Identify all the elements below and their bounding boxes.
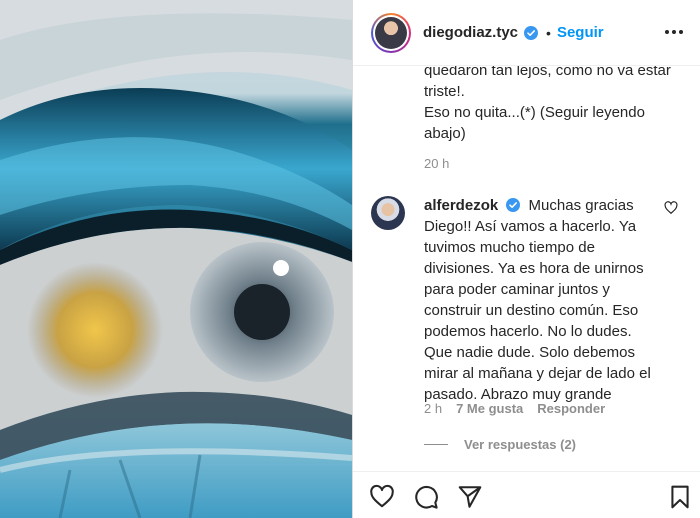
avatar-image bbox=[375, 16, 407, 49]
avatar[interactable] bbox=[371, 12, 411, 53]
save-icon[interactable] bbox=[667, 484, 693, 510]
view-replies-label: Ver respuestas (2) bbox=[464, 437, 577, 452]
comments-list[interactable]: quedaron tan lejos, como no va estar tri… bbox=[353, 66, 700, 466]
heart-icon[interactable] bbox=[369, 484, 395, 510]
caption-line: triste!. bbox=[424, 83, 465, 100]
view-replies-button[interactable]: Ver respuestas (2) bbox=[424, 437, 576, 452]
comment-likes[interactable]: 7 Me gusta bbox=[456, 401, 523, 416]
post-sidebar: diegodiaz.tyc • Seguir quedaron tan lejo… bbox=[353, 0, 700, 518]
comment-username[interactable]: alferdezok bbox=[424, 197, 498, 214]
comment-avatar[interactable] bbox=[371, 196, 405, 230]
caption-timestamp[interactable]: 20 h bbox=[424, 156, 449, 171]
avatar-frame bbox=[373, 14, 409, 51]
heart-icon[interactable] bbox=[664, 201, 678, 215]
post-header: diegodiaz.tyc • Seguir bbox=[353, 0, 700, 66]
caption-text: quedaron tan lejos, como no va estar tri… bbox=[424, 66, 686, 144]
replies-line bbox=[424, 444, 448, 445]
caption-line: abajo) bbox=[424, 125, 466, 142]
share-icon[interactable] bbox=[457, 484, 483, 510]
post-author-username[interactable]: diegodiaz.tyc bbox=[423, 24, 518, 41]
comment-text: Muchas gracias Diego!! Así vamos a hacer… bbox=[424, 197, 651, 403]
post-image[interactable] bbox=[0, 0, 352, 518]
caption-line: quedaron tan lejos, como no va estar bbox=[424, 66, 671, 79]
comment-timestamp[interactable]: 2 h bbox=[424, 401, 442, 416]
follow-button[interactable]: Seguir bbox=[557, 24, 604, 41]
reply-button[interactable]: Responder bbox=[537, 401, 605, 416]
separator-dot: • bbox=[546, 24, 551, 41]
argentina-eye-artwork bbox=[0, 0, 352, 518]
verified-badge-icon bbox=[506, 198, 521, 212]
action-bar bbox=[353, 471, 700, 518]
comment-icon[interactable] bbox=[413, 484, 439, 510]
verified-badge-icon bbox=[524, 25, 539, 40]
more-options-icon[interactable] bbox=[662, 20, 686, 44]
comment-meta: 2 h 7 Me gusta Responder bbox=[424, 401, 605, 416]
comment-body: alferdezok Muchas gracias Diego!! Así va… bbox=[424, 195, 664, 405]
caption-line: Eso no quita...(*) (Seguir leyendo bbox=[424, 104, 645, 121]
